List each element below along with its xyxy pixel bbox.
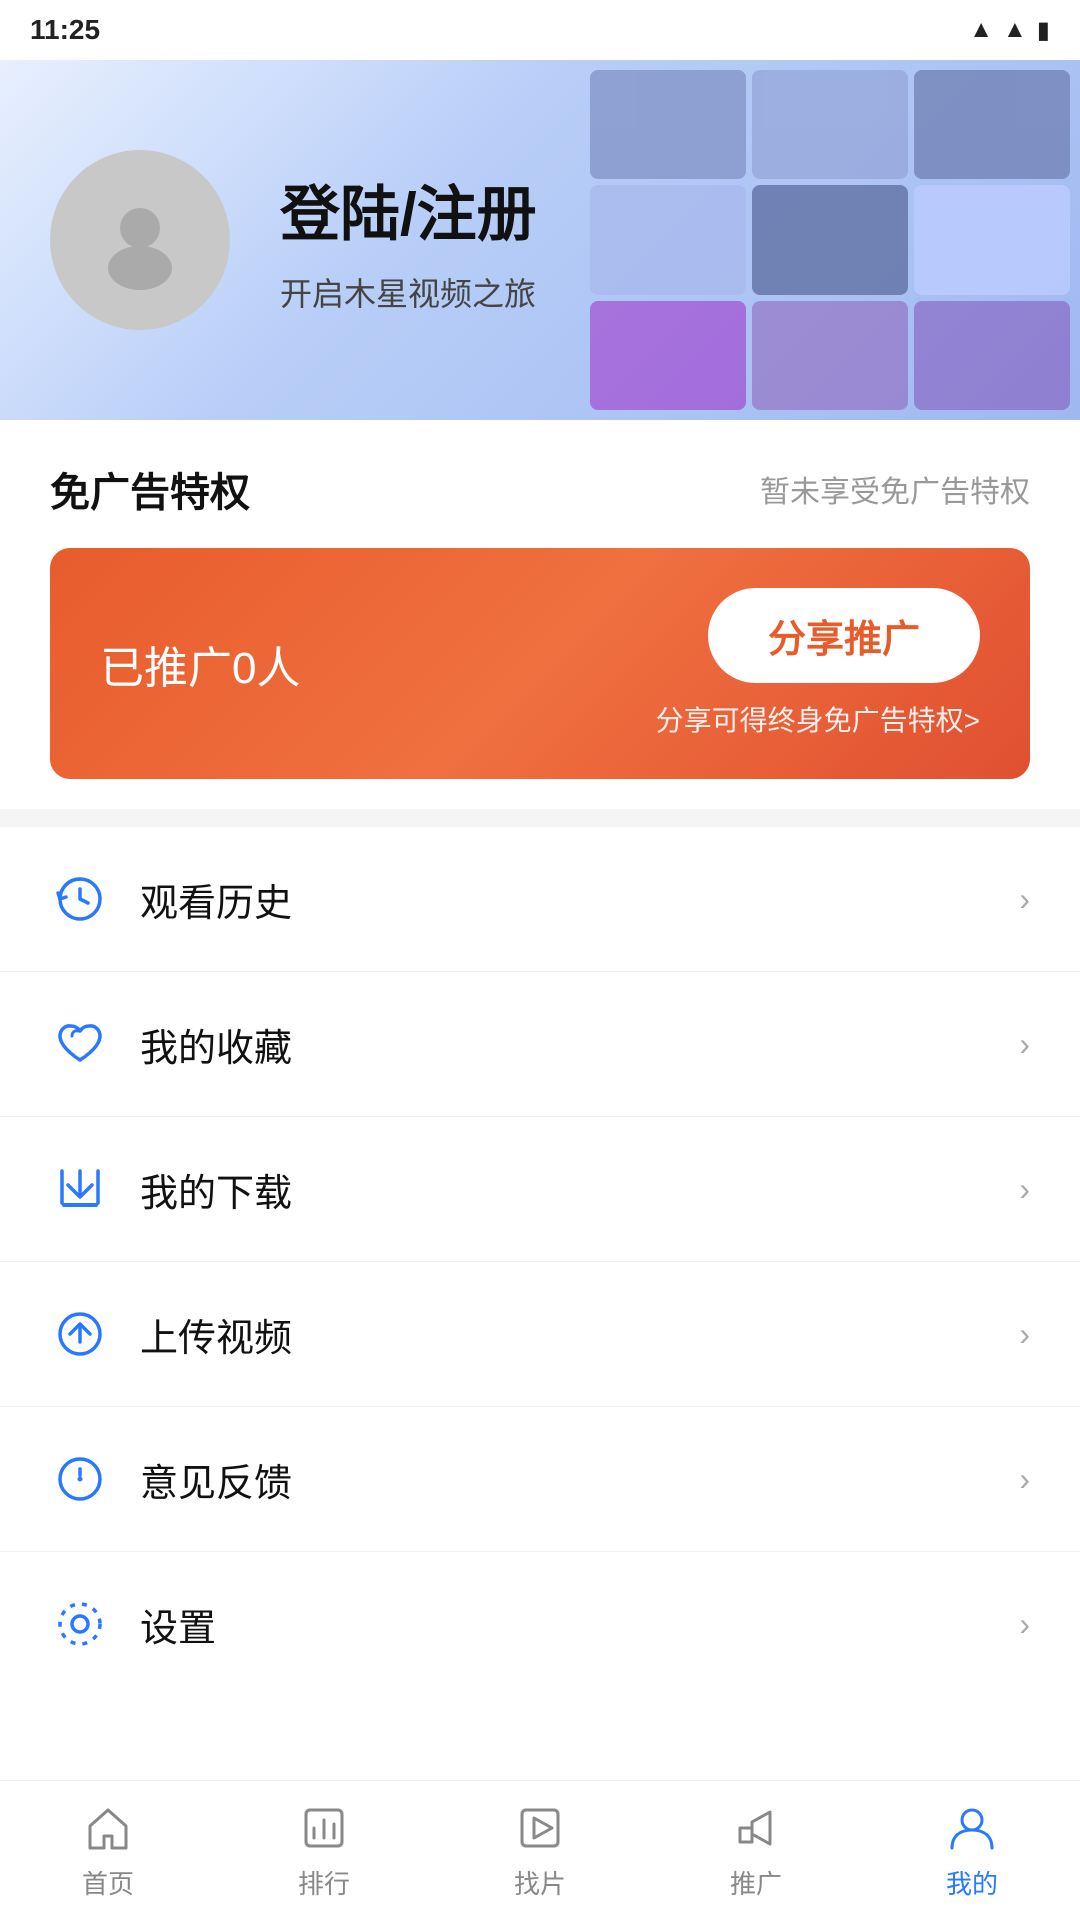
arrow-icon-favorites: › — [1019, 1026, 1030, 1063]
profile-login-title: 登陆/注册 — [280, 166, 537, 253]
status-icons: ▲ ▲ ▮ — [969, 16, 1050, 45]
rank-nav-icon — [296, 1800, 352, 1856]
avatar[interactable] — [50, 150, 230, 330]
find-nav-icon — [512, 1800, 568, 1856]
arrow-icon-feedback: › — [1019, 1461, 1030, 1498]
privilege-card: 免广告特权 暂未享受免广告特权 已推广0人 分享推广 分享可得终身免广告特权> — [0, 420, 1080, 827]
bg-decoration — [580, 60, 1080, 420]
status-bar: 11:25 ▲ ▲ ▮ — [0, 0, 1080, 60]
menu-label-history: 观看历史 — [140, 872, 1019, 927]
menu-item-download[interactable]: 我的下载 › — [0, 1117, 1080, 1262]
promo-banner[interactable]: 已推广0人 分享推广 分享可得终身免广告特权> — [50, 548, 1030, 779]
nav-item-mine[interactable]: 我的 — [864, 1800, 1080, 1901]
history-icon — [50, 869, 110, 929]
menu-label-settings: 设置 — [140, 1597, 1019, 1652]
mine-nav-icon — [944, 1800, 1000, 1856]
nav-label-home: 首页 — [82, 1864, 134, 1901]
nav-item-find[interactable]: 找片 — [432, 1800, 648, 1901]
nav-item-rank[interactable]: 排行 — [216, 1800, 432, 1901]
status-time: 11:25 — [30, 14, 100, 46]
privilege-header: 免广告特权 暂未享受免广告特权 — [50, 460, 1030, 518]
menu-label-upload: 上传视频 — [140, 1307, 1019, 1362]
wifi-icon: ▲ — [969, 16, 993, 44]
feedback-icon — [50, 1449, 110, 1509]
profile-subtitle: 开启木星视频之旅 — [280, 269, 537, 315]
promo-hint: 分享可得终身免广告特权> — [656, 699, 980, 739]
nav-label-promote: 推广 — [730, 1864, 782, 1901]
profile-banner[interactable]: 登陆/注册 开启木星视频之旅 — [0, 60, 1080, 420]
battery-icon: ▮ — [1037, 16, 1050, 45]
menu-item-feedback[interactable]: 意见反馈 › — [0, 1407, 1080, 1552]
arrow-icon-history: › — [1019, 881, 1030, 918]
privilege-status: 暂未享受免广告特权 — [760, 467, 1030, 511]
signal-icon: ▲ — [1003, 16, 1027, 44]
menu-label-download: 我的下载 — [140, 1162, 1019, 1217]
nav-label-find: 找片 — [514, 1864, 566, 1901]
menu-item-history[interactable]: 观看历史 › — [0, 827, 1080, 972]
menu-list: 观看历史 › 我的收藏 › — [0, 827, 1080, 1696]
nav-item-promote[interactable]: 推广 — [648, 1800, 864, 1901]
promote-nav-icon — [728, 1800, 784, 1856]
menu-item-favorites[interactable]: 我的收藏 › — [0, 972, 1080, 1117]
nav-item-home[interactable]: 首页 — [0, 1800, 216, 1901]
share-promote-button[interactable]: 分享推广 — [708, 588, 980, 683]
nav-label-rank: 排行 — [298, 1864, 350, 1901]
main-content: 免广告特权 暂未享受免广告特权 已推广0人 分享推广 分享可得终身免广告特权> — [0, 420, 1080, 1856]
upload-icon — [50, 1304, 110, 1364]
arrow-icon-download: › — [1019, 1171, 1030, 1208]
profile-info: 登陆/注册 开启木星视频之旅 — [280, 166, 537, 315]
promo-right: 分享推广 分享可得终身免广告特权> — [656, 588, 980, 739]
heart-icon — [50, 1014, 110, 1074]
promo-count: 已推广0人 — [100, 632, 300, 696]
arrow-icon-settings: › — [1019, 1606, 1030, 1643]
arrow-icon-upload: › — [1019, 1316, 1030, 1353]
menu-item-settings[interactable]: 设置 › — [0, 1552, 1080, 1696]
menu-item-upload[interactable]: 上传视频 › — [0, 1262, 1080, 1407]
menu-label-feedback: 意见反馈 — [140, 1452, 1019, 1507]
settings-icon — [50, 1594, 110, 1654]
bottom-nav: 首页 排行 找片 推广 — [0, 1780, 1080, 1920]
download-icon — [50, 1159, 110, 1219]
privilege-title: 免广告特权 — [50, 460, 250, 518]
menu-label-favorites: 我的收藏 — [140, 1017, 1019, 1072]
home-nav-icon — [80, 1800, 136, 1856]
nav-label-mine: 我的 — [946, 1864, 998, 1901]
